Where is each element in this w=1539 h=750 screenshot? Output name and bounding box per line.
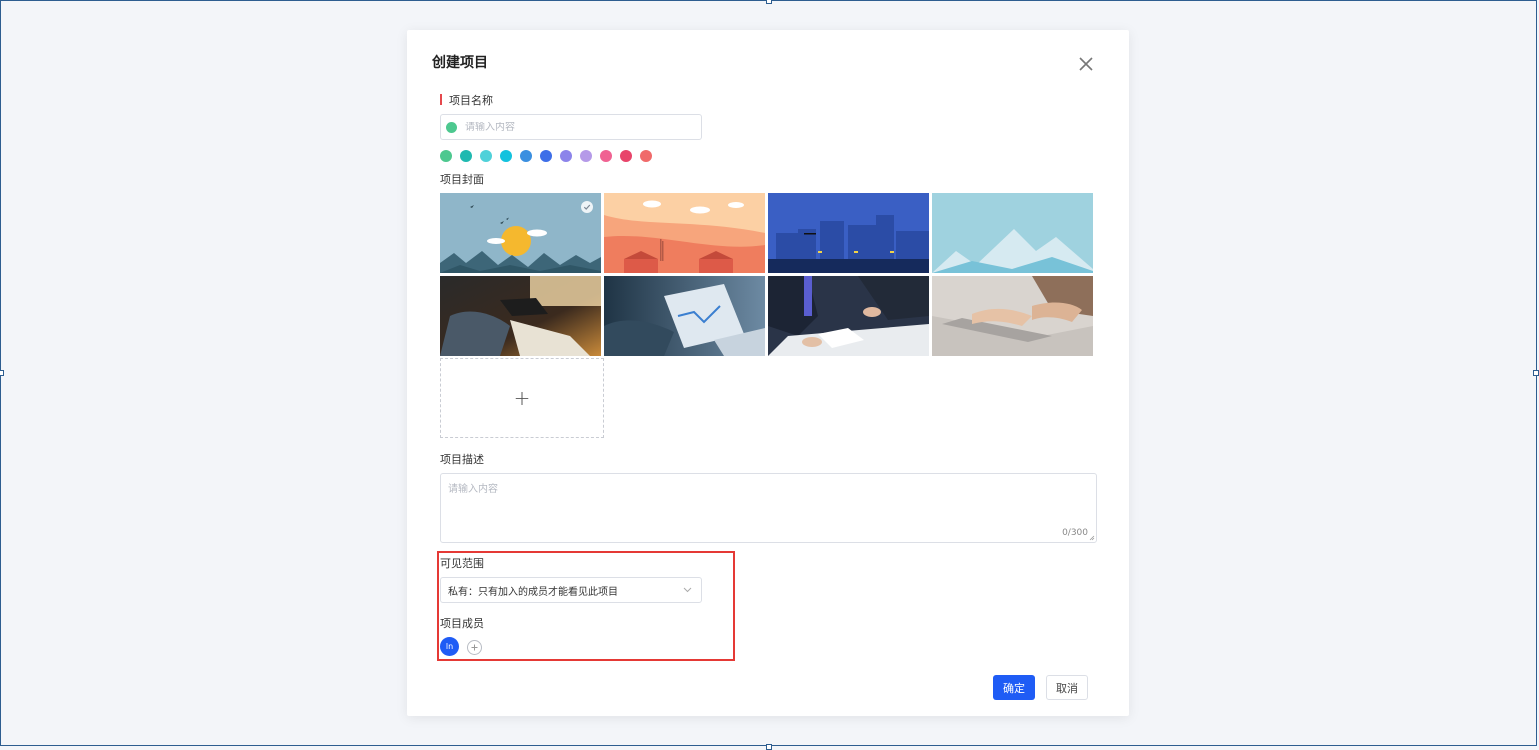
color-swatch-4[interactable] xyxy=(500,150,512,162)
visibility-select[interactable]: 私有：只有加入的成员才能看见此项目 xyxy=(440,577,702,603)
color-swatch-10[interactable] xyxy=(620,150,632,162)
cover-option-sunset-village[interactable] xyxy=(604,193,765,273)
visibility-label: 可见范围 xyxy=(440,557,484,570)
char-counter: 0/300 xyxy=(1062,528,1088,538)
close-icon[interactable] xyxy=(1077,55,1095,73)
cover-option-office-desk-photo[interactable] xyxy=(440,276,601,356)
cover-option-tablet-chart-photo[interactable] xyxy=(604,276,765,356)
project-members-label: 项目成员 xyxy=(440,617,484,630)
selected-color-dot xyxy=(446,121,457,133)
resize-handle-bottom[interactable] xyxy=(766,744,772,750)
cover-option-night-city[interactable] xyxy=(768,193,929,273)
create-project-dialog: 创建项目 项目名称 项目封面 xyxy=(407,30,1129,716)
color-swatch-1[interactable] xyxy=(440,150,452,162)
project-name-input[interactable] xyxy=(465,121,685,133)
cover-option-laptop-typing-photo[interactable] xyxy=(932,276,1093,356)
color-picker xyxy=(440,150,660,162)
project-name-label-text: 项目名称 xyxy=(449,94,493,107)
visibility-selected-value: 私有：只有加入的成员才能看见此项目 xyxy=(448,586,618,598)
cover-option-mountain-sun[interactable] xyxy=(440,193,601,273)
color-swatch-3[interactable] xyxy=(480,150,492,162)
resize-handle-top[interactable] xyxy=(766,0,772,4)
resize-grip-icon[interactable] xyxy=(1089,535,1095,541)
resize-handle-left[interactable] xyxy=(0,370,4,376)
upload-cover-button[interactable]: + xyxy=(440,358,604,438)
plus-icon: + xyxy=(513,386,531,410)
color-swatch-6[interactable] xyxy=(540,150,552,162)
project-name-label: 项目名称 xyxy=(440,92,493,108)
color-swatch-7[interactable] xyxy=(560,150,572,162)
cancel-button[interactable]: 取消 xyxy=(1046,675,1088,700)
project-description-label: 项目描述 xyxy=(440,453,484,466)
project-name-field[interactable] xyxy=(440,114,702,140)
project-description-field: 0/300 xyxy=(440,473,1097,543)
project-description-input[interactable] xyxy=(441,474,1096,542)
resize-handle-right[interactable] xyxy=(1533,370,1539,376)
color-swatch-5[interactable] xyxy=(520,150,532,162)
confirm-button[interactable]: 确定 xyxy=(993,675,1035,700)
color-swatch-2[interactable] xyxy=(460,150,472,162)
cover-option-business-meeting-photo[interactable] xyxy=(768,276,929,356)
add-member-button[interactable] xyxy=(467,640,482,655)
selected-check-icon xyxy=(581,201,593,213)
color-swatch-9[interactable] xyxy=(600,150,612,162)
color-swatch-11[interactable] xyxy=(640,150,652,162)
required-marker xyxy=(440,94,442,105)
cover-option-snow-mountains[interactable] xyxy=(932,193,1093,273)
project-cover-label: 项目封面 xyxy=(440,173,484,186)
color-swatch-8[interactable] xyxy=(580,150,592,162)
member-avatar[interactable]: ln xyxy=(440,637,459,656)
chevron-down-icon xyxy=(683,587,692,593)
dialog-title: 创建项目 xyxy=(432,55,488,71)
plus-icon xyxy=(471,644,478,651)
